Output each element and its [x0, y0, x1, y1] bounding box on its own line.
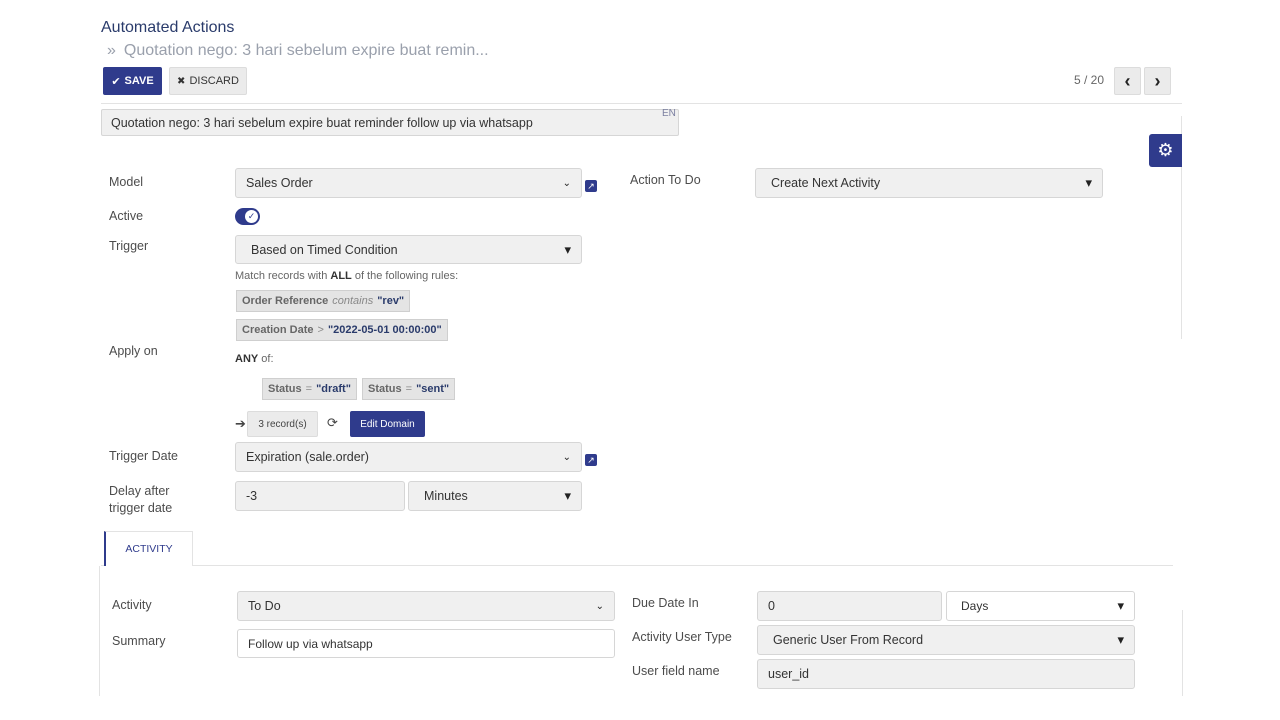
breadcrumb-current: Quotation nego: 3 hari sebelum expire bu… — [123, 42, 489, 59]
action-to-do-label: Action To Do — [630, 173, 701, 187]
record-count-button[interactable]: 3 record(s) — [247, 411, 318, 437]
trigger-date-select[interactable]: Expiration (sale.order) ⌄ — [235, 442, 582, 472]
pager-counter[interactable]: 5 / 20 — [1074, 73, 1104, 87]
discard-label: DISCARD — [189, 75, 239, 87]
sheet-border-left — [99, 566, 100, 696]
arrow-right-icon: ➔ — [235, 416, 246, 431]
chevron-down-icon: ⌄ — [562, 177, 571, 189]
close-icon: ✖ — [177, 75, 186, 87]
breadcrumb: » Quotation nego: 3 hari sebelum expire b… — [107, 42, 489, 60]
breadcrumb-separator-icon: » — [107, 42, 116, 59]
activity-label: Activity — [112, 598, 152, 612]
domain-rule-creation-date[interactable]: Creation Date > "2022-05-01 00:00:00" — [236, 319, 448, 341]
external-link-icon[interactable]: ↗ — [585, 454, 597, 466]
chevron-down-icon: ⌄ — [562, 451, 571, 463]
sheet-border-right-lower — [1182, 610, 1183, 696]
chevron-down-icon: ▾ — [564, 488, 571, 503]
summary-label: Summary — [112, 634, 166, 648]
chevron-down-icon: ⌄ — [595, 600, 604, 612]
record-name-input[interactable]: Quotation nego: 3 hari sebelum expire bu… — [101, 109, 679, 136]
language-badge[interactable]: EN — [662, 108, 676, 119]
tab-bar-divider — [101, 565, 1173, 566]
save-button[interactable]: ✔ SAVE — [103, 67, 162, 95]
activity-user-type-label: Activity User Type — [632, 630, 732, 644]
chevron-down-icon: ▾ — [1117, 632, 1124, 647]
chevron-down-icon: ▾ — [1117, 598, 1124, 613]
activity-user-type-select[interactable]: Generic User From Record ▾ — [757, 625, 1135, 655]
active-label: Active — [109, 209, 144, 223]
user-field-name-label: User field name — [632, 664, 720, 678]
external-link-icon[interactable]: ↗ — [585, 180, 597, 192]
due-date-unit-select[interactable]: Days ▾ — [946, 591, 1135, 621]
summary-input[interactable]: Follow up via whatsapp — [237, 629, 615, 658]
due-date-label: Due Date In — [632, 596, 699, 610]
page-title[interactable]: Automated Actions — [101, 19, 234, 37]
domain-rule-order-reference[interactable]: Order Reference contains "rev" — [236, 290, 411, 312]
delay-unit-select[interactable]: Minutes ▾ — [408, 481, 582, 511]
check-icon: ✓ — [245, 210, 258, 223]
active-toggle[interactable]: ✓ — [235, 208, 260, 225]
trigger-date-label: Trigger Date — [109, 449, 179, 463]
chevron-left-icon: ‹ — [1124, 71, 1131, 91]
trigger-select[interactable]: Based on Timed Condition ▾ — [235, 235, 582, 264]
gear-icon: ⚙ — [1157, 140, 1174, 160]
chevron-down-icon: ▾ — [1085, 175, 1092, 190]
chevron-right-icon: › — [1154, 71, 1161, 91]
delay-input[interactable]: -3 — [235, 481, 405, 511]
delay-label: Delay after trigger date — [109, 484, 173, 515]
tab-activity[interactable]: ACTIVITY — [104, 531, 193, 566]
trigger-label: Trigger — [109, 239, 149, 253]
pager-previous-button[interactable]: ‹ — [1114, 67, 1141, 95]
check-icon: ✔ — [111, 75, 121, 88]
header-divider — [101, 103, 1182, 104]
activity-type-select[interactable]: To Do ⌄ — [237, 591, 615, 621]
save-label: SAVE — [124, 75, 154, 87]
apply-on-label: Apply on — [109, 344, 158, 358]
action-to-do-select[interactable]: Create Next Activity ▾ — [755, 168, 1103, 198]
edit-domain-button[interactable]: Edit Domain — [350, 411, 425, 437]
discard-button[interactable]: ✖ DISCARD — [169, 67, 247, 95]
chevron-down-icon: ▾ — [564, 241, 571, 257]
user-field-name-input[interactable]: user_id — [757, 659, 1135, 689]
domain-rule-status-draft[interactable]: Status = "draft" — [262, 378, 357, 400]
domain-any-text: ANY of: — [235, 353, 274, 365]
due-date-input[interactable]: 0 — [757, 591, 942, 621]
model-select[interactable]: Sales Order ⌄ — [235, 168, 582, 198]
domain-match-text: Match records with ALL of the following … — [235, 270, 459, 282]
refresh-icon[interactable]: ⟳ — [327, 415, 338, 431]
domain-rule-status-sent[interactable]: Status = "sent" — [362, 378, 456, 400]
model-label: Model — [109, 175, 144, 189]
settings-button[interactable]: ⚙ — [1149, 134, 1182, 167]
pager-next-button[interactable]: › — [1144, 67, 1171, 95]
